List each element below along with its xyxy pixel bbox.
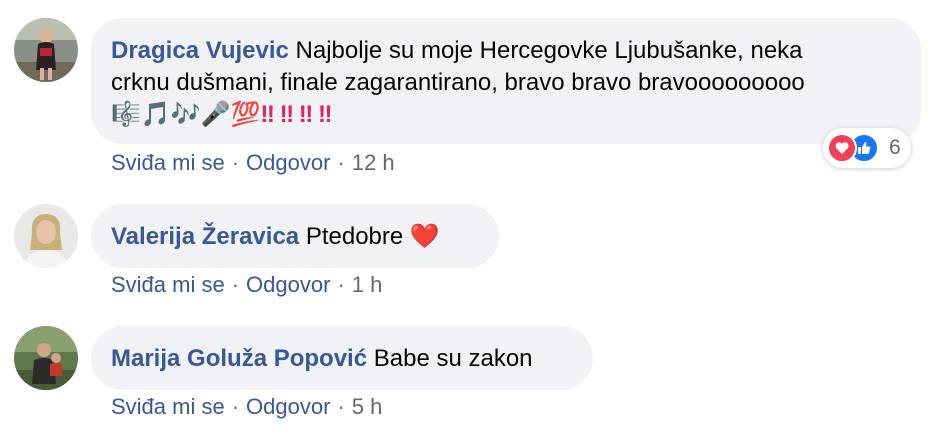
comment-actions: Sviđa mi se · Odgovor · 5 h xyxy=(111,394,382,420)
separator: · xyxy=(231,394,240,419)
comment-bubble: Dragica Vujevic Najbolje su moje Hercego… xyxy=(91,18,921,144)
separator: · xyxy=(337,394,345,419)
reply-button[interactable]: Odgovor xyxy=(246,394,330,419)
comment-timestamp[interactable]: 12 h xyxy=(352,150,395,175)
separator: · xyxy=(337,272,345,297)
avatar[interactable] xyxy=(14,204,78,268)
love-reaction-icon xyxy=(827,133,857,163)
comment-text: Najbolje su moje Hercegovke Ljubušanke, … xyxy=(295,37,803,64)
comment-actions: Sviđa mi se · Odgovor · 12 h xyxy=(111,150,395,176)
comment-bubble: Marija Goluža Popović Babe su zakon xyxy=(91,326,593,390)
separator: · xyxy=(231,150,240,175)
comment-author[interactable]: Valerija Žeravica xyxy=(111,223,299,250)
comment-bubble: Valerija Žeravica Ptedobre ❤️ xyxy=(91,204,499,268)
emoji-sequence: 🎼🎵🎶🎤💯 xyxy=(111,101,261,128)
comment-author[interactable]: Dragica Vujevic xyxy=(111,37,289,64)
comment-text: Ptedobre xyxy=(305,223,404,250)
double-exclamation-icon: ‼ xyxy=(317,101,332,128)
avatar[interactable] xyxy=(14,18,78,82)
reaction-count: 6 xyxy=(889,136,901,159)
like-button[interactable]: Sviđa mi se xyxy=(111,394,225,419)
comment-text: crknu dušmani, finale zagarantirano, bra… xyxy=(111,69,805,96)
reply-button[interactable]: Odgovor xyxy=(246,272,330,297)
double-exclamation-icon: ‼ xyxy=(298,101,313,128)
comment-actions: Sviđa mi se · Odgovor · 1 h xyxy=(111,272,382,298)
comment-timestamp[interactable]: 5 h xyxy=(352,394,383,419)
comment-timestamp[interactable]: 1 h xyxy=(352,272,383,297)
separator: · xyxy=(231,272,240,297)
double-exclamation-icon: ‼ xyxy=(279,101,294,128)
comment-text: Babe su zakon xyxy=(373,345,533,372)
red-heart-icon: ❤️ xyxy=(409,223,440,250)
comment-author[interactable]: Marija Goluža Popović xyxy=(111,345,367,372)
avatar[interactable] xyxy=(14,326,78,390)
reply-button[interactable]: Odgovor xyxy=(246,150,330,175)
separator: · xyxy=(337,150,345,175)
like-button[interactable]: Sviđa mi se xyxy=(111,150,225,175)
like-button[interactable]: Sviđa mi se xyxy=(111,272,225,297)
reactions-summary[interactable]: 6 xyxy=(823,128,911,168)
double-exclamation-icon: ‼ xyxy=(260,101,274,128)
